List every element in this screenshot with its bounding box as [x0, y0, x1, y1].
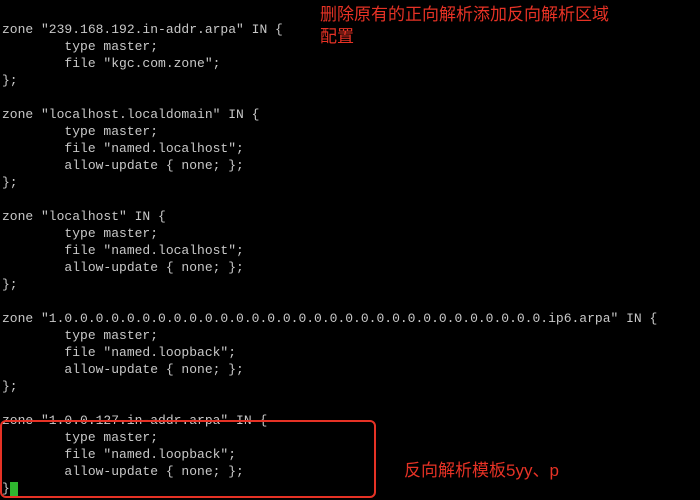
code-line: file "named.localhost"; — [2, 243, 244, 258]
cursor-icon — [10, 482, 18, 496]
code-line: allow-update { none; }; — [2, 464, 244, 479]
code-line: type master; — [2, 328, 158, 343]
code-line: }; — [2, 379, 18, 394]
code-line: }; — [2, 277, 18, 292]
code-line: zone "1.0.0.127.in-addr.arpa" IN { — [2, 413, 267, 428]
code-line: type master; — [2, 430, 158, 445]
code-line: }; — [2, 175, 18, 190]
code-line-last: } — [2, 481, 10, 496]
code-line: type master; — [2, 124, 158, 139]
code-line: zone "1.0.0.0.0.0.0.0.0.0.0.0.0.0.0.0.0.… — [2, 311, 657, 326]
code-line: zone "239.168.192.in-addr.arpa" IN { — [2, 22, 283, 37]
code-line: }; — [2, 73, 18, 88]
terminal-editor[interactable]: zone "239.168.192.in-addr.arpa" IN { typ… — [0, 0, 700, 497]
annotation-top: 删除原有的正向解析添加反向解析区域配置 — [320, 4, 620, 48]
code-line: type master; — [2, 226, 158, 241]
code-line: zone "localhost.localdomain" IN { — [2, 107, 259, 122]
code-line: type master; — [2, 39, 158, 54]
code-line: allow-update { none; }; — [2, 260, 244, 275]
code-line: file "named.loopback"; — [2, 447, 236, 462]
code-line: file "kgc.com.zone"; — [2, 56, 220, 71]
code-line: allow-update { none; }; — [2, 362, 244, 377]
code-line: file "named.localhost"; — [2, 141, 244, 156]
code-line: file "named.loopback"; — [2, 345, 236, 360]
code-line: zone "localhost" IN { — [2, 209, 166, 224]
annotation-bottom: 反向解析模板5yy、p — [404, 460, 559, 482]
code-line: allow-update { none; }; — [2, 158, 244, 173]
